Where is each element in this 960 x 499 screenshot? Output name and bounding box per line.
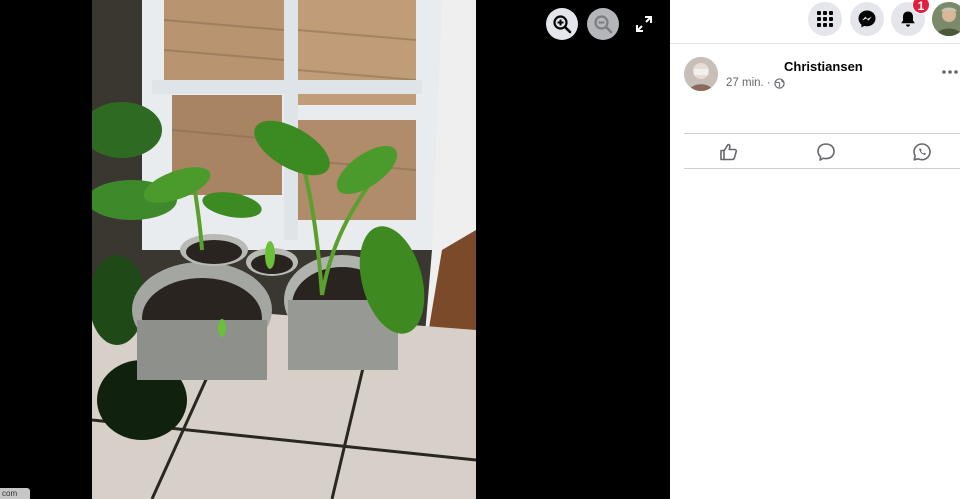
- author-surname: Christiansen: [784, 59, 863, 74]
- avatar-image: [932, 2, 960, 36]
- post-side-panel: 1 Christiansen 27 min. ·: [670, 0, 960, 499]
- author-avatar[interactable]: [684, 57, 718, 91]
- menu-button[interactable]: [808, 2, 842, 36]
- thumbs-up-icon: [720, 143, 738, 161]
- whatsapp-icon: [913, 143, 931, 161]
- account-avatar[interactable]: [932, 2, 960, 36]
- notification-count-badge: 1: [912, 0, 930, 14]
- author-name-redacted: [726, 61, 784, 72]
- whatsapp-share-button[interactable]: [910, 140, 934, 164]
- post-header: Christiansen 27 min. ·: [670, 44, 960, 134]
- top-bar: 1: [670, 0, 960, 44]
- more-dots-icon: [942, 70, 958, 74]
- messenger-icon: [858, 10, 876, 28]
- author-name[interactable]: Christiansen: [726, 59, 863, 74]
- post-options-button[interactable]: [940, 62, 960, 82]
- status-url-hint: com: [0, 488, 30, 499]
- zoom-out-button[interactable]: [587, 8, 619, 40]
- messenger-button[interactable]: [850, 2, 884, 36]
- comment-icon: [817, 143, 835, 161]
- post-meta: 27 min. ·: [726, 77, 785, 89]
- bell-icon: [901, 11, 915, 27]
- like-button[interactable]: [717, 140, 741, 164]
- globe-icon: [773, 77, 785, 89]
- photo-viewer: com: [0, 0, 670, 499]
- meta-separator: ·: [766, 77, 771, 89]
- zoom-in-button[interactable]: [546, 8, 578, 40]
- post-photo[interactable]: [92, 0, 476, 499]
- photo-illustration: [92, 0, 476, 499]
- fullscreen-button[interactable]: [630, 8, 658, 40]
- magnifier-plus-icon: [553, 15, 572, 34]
- post-actions: [684, 133, 960, 169]
- comment-button[interactable]: [814, 140, 838, 164]
- expand-icon: [636, 16, 652, 32]
- magnifier-minus-icon: [594, 15, 613, 34]
- post-time[interactable]: 27 min.: [726, 77, 764, 89]
- author-avatar-image: [684, 57, 718, 91]
- grid-menu-icon: [817, 11, 833, 27]
